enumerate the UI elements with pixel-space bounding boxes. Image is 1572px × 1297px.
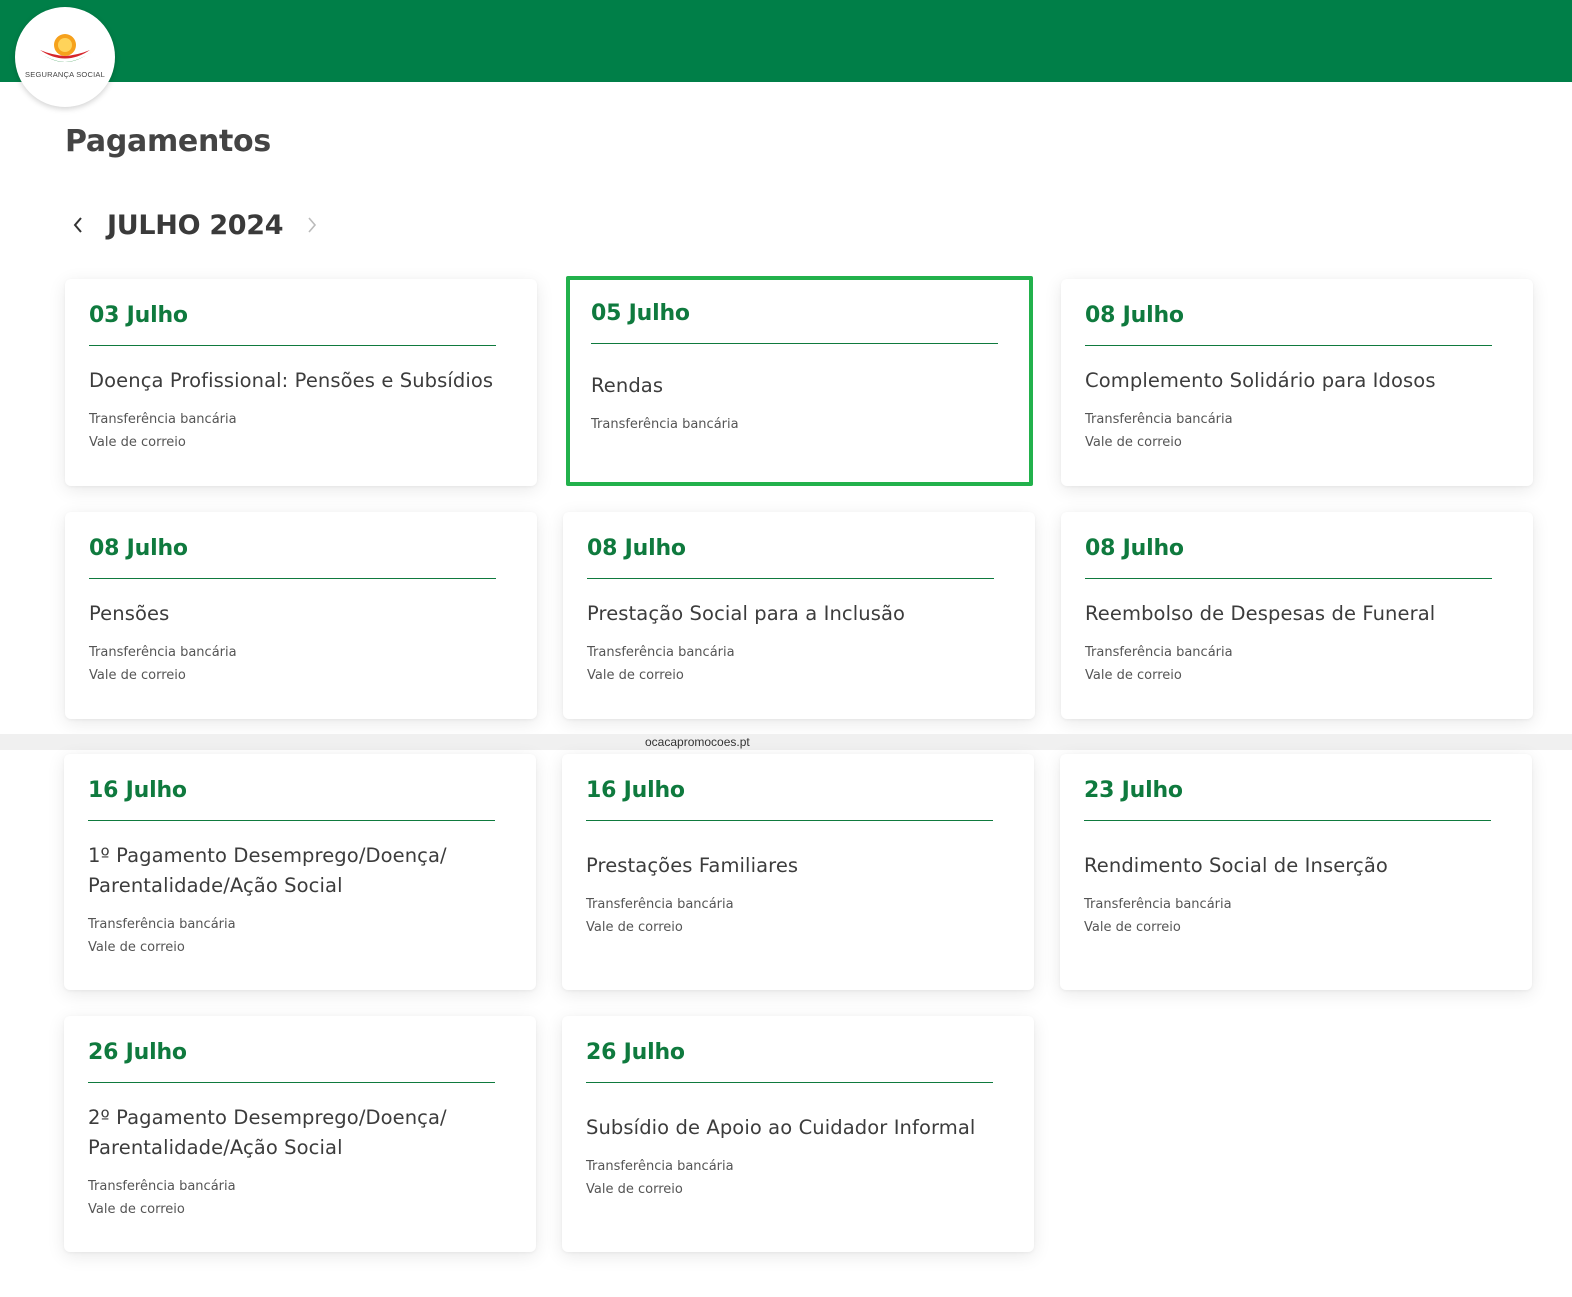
card-divider: [1084, 820, 1491, 821]
payment-method: Transferência bancária: [587, 645, 735, 660]
payment-method: Vale de correio: [88, 1202, 185, 1217]
payment-method: Transferência bancária: [586, 897, 734, 912]
payment-title: Complemento Solidário para Idosos: [1085, 369, 1436, 392]
payment-card[interactable]: 26 Julho 2º Pagamento Desemprego/Doença/…: [64, 1016, 536, 1252]
payment-method: Transferência bancária: [1084, 897, 1232, 912]
payment-method: Transferência bancária: [591, 417, 739, 432]
payment-method: Vale de correio: [1084, 920, 1181, 935]
payment-card-selected[interactable]: 05 Julho Rendas Transferência bancária: [566, 276, 1033, 486]
payment-method: Transferência bancária: [1085, 645, 1233, 660]
card-divider: [587, 578, 994, 579]
payment-methods: Transferência bancária Vale de correio: [89, 408, 513, 454]
payment-card[interactable]: 16 Julho 1º Pagamento Desemprego/Doença/…: [64, 754, 536, 990]
payment-card[interactable]: 16 Julho Prestações Familiares Transferê…: [562, 754, 1034, 990]
payment-title: Prestação Social para a Inclusão: [587, 602, 906, 625]
payment-card[interactable]: 08 Julho Complemento Solidário para Idos…: [1061, 279, 1533, 486]
payment-method: Vale de correio: [89, 435, 186, 450]
payment-title: Prestações Familiares: [586, 854, 799, 877]
payment-methods: Transferência bancária Vale de correio: [587, 641, 1011, 687]
payment-method: Vale de correio: [587, 668, 684, 683]
payment-date: 08 Julho: [1085, 536, 1184, 561]
logo-text: SEGURANÇA SOCIAL: [25, 70, 105, 79]
payment-date: 26 Julho: [88, 1040, 187, 1065]
payment-methods: Transferência bancária Vale de correio: [1084, 893, 1508, 939]
payment-methods: Transferência bancária Vale de correio: [88, 913, 512, 959]
payment-title: 2º Pagamento Desemprego/Doença/ Parental…: [88, 1106, 447, 1159]
chevron-left-icon: [73, 217, 82, 233]
page-title: Pagamentos: [65, 124, 271, 159]
payment-date: 08 Julho: [89, 536, 188, 561]
seguranca-social-logo[interactable]: SEGURANÇA SOCIAL: [15, 7, 115, 107]
payment-method: Transferência bancária: [586, 1159, 734, 1174]
previous-month-button[interactable]: [65, 205, 91, 245]
card-divider: [1085, 578, 1492, 579]
payment-title: Subsídio de Apoio ao Cuidador Informal: [586, 1116, 976, 1139]
chevron-right-icon: [308, 217, 317, 233]
payment-method: Transferência bancária: [88, 1179, 236, 1194]
payment-method: Vale de correio: [1085, 435, 1182, 450]
payment-card[interactable]: 03 Julho Doença Profissional: Pensões e …: [65, 279, 537, 486]
payment-card[interactable]: 23 Julho Rendimento Social de Inserção T…: [1060, 754, 1532, 990]
payment-title: Pensões: [89, 602, 170, 625]
payment-methods: Transferência bancária Vale de correio: [88, 1175, 512, 1221]
payment-title: 1º Pagamento Desemprego/Doença/ Parental…: [88, 844, 447, 897]
payment-date: 16 Julho: [88, 778, 187, 803]
payment-method: Transferência bancária: [89, 645, 237, 660]
watermark-text: ocacapromocoes.pt: [0, 734, 1572, 750]
payment-method: Transferência bancária: [88, 917, 236, 932]
payment-date: 05 Julho: [591, 301, 690, 326]
top-bar: [0, 0, 1572, 82]
payment-methods: Transferência bancária: [591, 413, 1008, 436]
card-divider: [586, 820, 993, 821]
payment-date: 26 Julho: [586, 1040, 685, 1065]
card-divider: [586, 1082, 993, 1083]
payment-card[interactable]: 08 Julho Prestação Social para a Inclusã…: [563, 512, 1035, 719]
payment-date: 03 Julho: [89, 303, 188, 328]
payment-title: Rendas: [591, 374, 664, 397]
card-divider: [89, 345, 496, 346]
payment-method: Transferência bancária: [89, 412, 237, 427]
payment-methods: Transferência bancária Vale de correio: [1085, 408, 1509, 454]
payment-title: Doença Profissional: Pensões e Subsídios: [89, 369, 494, 392]
next-month-button[interactable]: [299, 205, 325, 245]
payment-title: Reembolso de Despesas de Funeral: [1085, 602, 1436, 625]
payment-method: Transferência bancária: [1085, 412, 1233, 427]
payment-methods: Transferência bancária Vale de correio: [586, 893, 1010, 939]
payment-method: Vale de correio: [89, 668, 186, 683]
payment-date: 08 Julho: [1085, 303, 1184, 328]
payment-methods: Transferência bancária Vale de correio: [586, 1155, 1010, 1201]
payment-date: 08 Julho: [587, 536, 686, 561]
current-month-label: JULHO 2024: [107, 209, 284, 241]
card-divider: [89, 578, 496, 579]
payment-methods: Transferência bancária Vale de correio: [1085, 641, 1509, 687]
card-divider: [591, 343, 998, 344]
card-divider: [1085, 345, 1492, 346]
card-divider: [88, 1082, 495, 1083]
payment-card[interactable]: 08 Julho Pensões Transferência bancária …: [65, 512, 537, 719]
sun-emblem-icon: [38, 34, 92, 62]
month-navigation: JULHO 2024: [65, 205, 325, 245]
payment-method: Vale de correio: [586, 920, 683, 935]
payment-date: 16 Julho: [586, 778, 685, 803]
payment-card[interactable]: 26 Julho Subsídio de Apoio ao Cuidador I…: [562, 1016, 1034, 1252]
payment-title: Rendimento Social de Inserção: [1084, 854, 1388, 877]
payment-method: Vale de correio: [586, 1182, 683, 1197]
payment-card[interactable]: 08 Julho Reembolso de Despesas de Funera…: [1061, 512, 1533, 719]
card-divider: [88, 820, 495, 821]
payment-methods: Transferência bancária Vale de correio: [89, 641, 513, 687]
payment-method: Vale de correio: [88, 940, 185, 955]
payment-method: Vale de correio: [1085, 668, 1182, 683]
payment-date: 23 Julho: [1084, 778, 1183, 803]
